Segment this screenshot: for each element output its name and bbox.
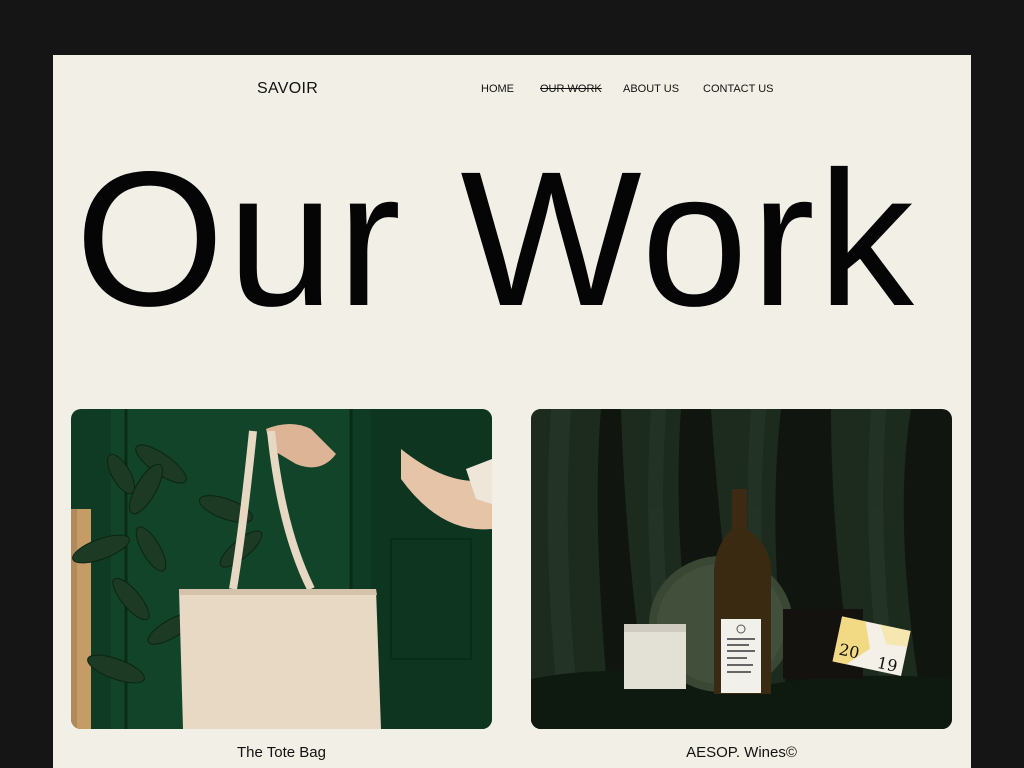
project-caption[interactable]: The Tote Bag (71, 744, 492, 761)
project-card-tote-bag[interactable] (71, 409, 492, 729)
wine-bottle-photo: 20 19 (531, 409, 952, 729)
nav-item-home[interactable]: HOME (481, 83, 514, 95)
project-card-aesop-wines[interactable]: 20 19 (531, 409, 952, 729)
page-container: SAVOIR HOME OUR WORK ABOUT US CONTACT US… (53, 55, 971, 768)
project-caption[interactable]: AESOP. Wines© (531, 744, 952, 761)
page-title: Our Work (75, 131, 917, 346)
nav-item-contact-us[interactable]: CONTACT US (703, 83, 774, 95)
nav-item-our-work[interactable]: OUR WORK (540, 83, 602, 95)
nav-item-about-us[interactable]: ABOUT US (623, 83, 679, 95)
tote-bag-photo (71, 409, 492, 729)
main-nav: HOME OUR WORK ABOUT US CONTACT US (53, 83, 971, 99)
